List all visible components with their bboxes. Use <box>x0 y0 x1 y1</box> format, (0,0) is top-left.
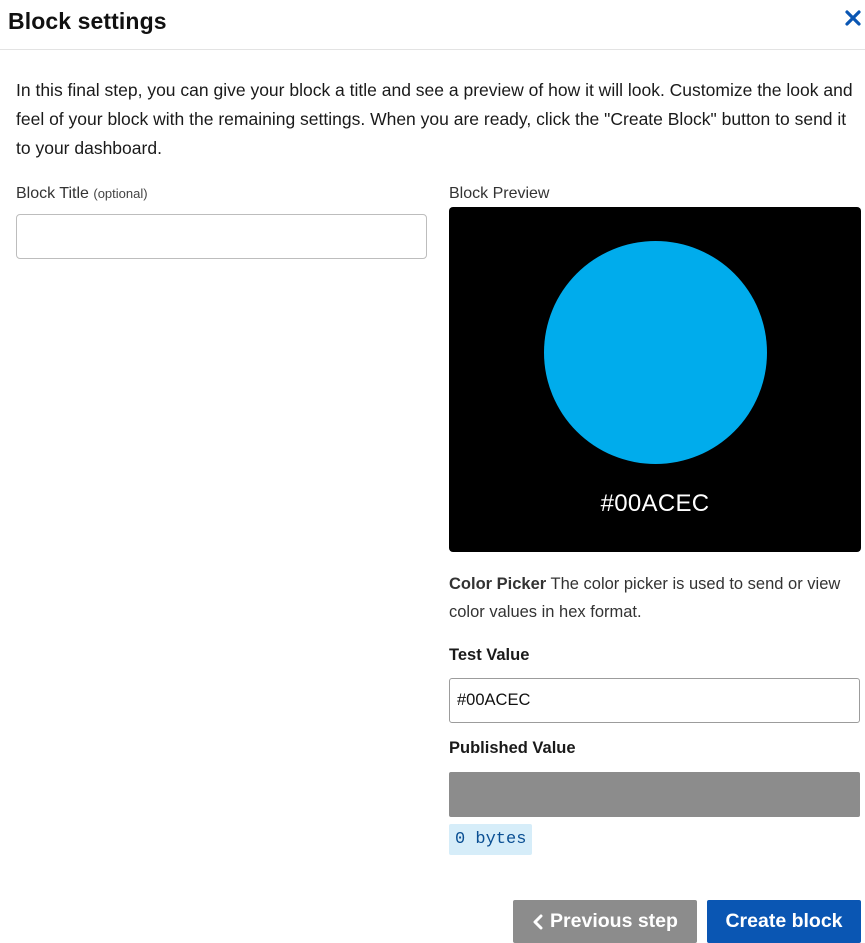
preview-section: Block Preview #00ACEC Color Picker The c… <box>449 183 861 855</box>
optional-note: (optional) <box>93 186 148 201</box>
color-preview-circle <box>544 241 767 464</box>
test-value-label: Test Value <box>449 646 530 664</box>
published-value-display <box>449 772 860 817</box>
test-value-input[interactable] <box>449 678 860 723</box>
create-block-button[interactable]: Create block <box>707 900 861 943</box>
published-size-badge: 0 bytes <box>449 824 533 855</box>
modal-header: Block settings <box>0 0 865 50</box>
preview-hex-text: #00ACEC <box>600 490 710 517</box>
modal-title: Block settings <box>8 8 167 34</box>
close-button[interactable] <box>843 8 863 32</box>
block-title-section: Block Title (optional) <box>16 183 428 259</box>
block-settings-modal: Block settings In this final step, you c… <box>0 0 865 943</box>
block-title-input[interactable] <box>16 214 427 259</box>
block-preview-label: Block Preview <box>449 185 550 202</box>
close-icon <box>845 9 861 31</box>
published-value-label: Published Value <box>449 739 576 757</box>
color-picker-name: Color Picker <box>449 575 547 593</box>
previous-step-label: Previous step <box>550 910 678 932</box>
footer-actions: Previous step Create block <box>513 900 861 943</box>
intro-text: In this final step, you can give your bl… <box>16 80 853 158</box>
block-preview: #00ACEC <box>449 207 861 552</box>
previous-step-button[interactable]: Previous step <box>513 900 697 943</box>
block-title-label: Block Title (optional) <box>16 183 428 205</box>
color-picker-description: Color Picker The color picker is used to… <box>449 570 849 626</box>
block-title-label-text: Block Title <box>16 185 89 202</box>
chevron-left-icon <box>532 914 544 930</box>
